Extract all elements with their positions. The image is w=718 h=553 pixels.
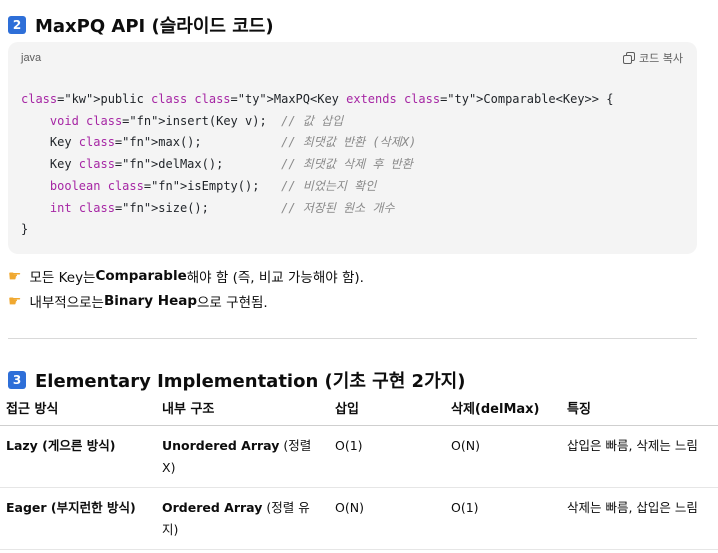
bullet-text-post: 해야 함 (즉, 비교 가능해야 함). <box>186 270 364 286</box>
code-line: Key class="fn">delMax(); // 최댓값 삭제 후 반환 <box>21 157 413 172</box>
structure-cell: Ordered Array (정렬 유지) <box>156 487 329 550</box>
code-line: void class="fn">insert(Key v); // 값 삽입 <box>49 113 344 128</box>
feature-cell: 삽입은 빠름, 삭제는 느림 <box>561 425 718 488</box>
copy-icon <box>623 52 636 64</box>
pointing-hand-icon: ☛ <box>8 267 22 285</box>
section-divider <box>8 338 697 339</box>
code-line: class="kw">public class class="ty">MaxPQ… <box>21 92 614 106</box>
delete-cell: O(1) <box>445 487 561 550</box>
bullet-binary-heap: ☛ 내부적으로는 Binary Heap 으로 구현됨. <box>8 291 268 311</box>
delete-cell: O(N) <box>445 425 561 488</box>
structure-cell: Unordered Array (정렬 X) <box>156 425 329 488</box>
section-2-heading: 2 MaxPQ API (슬라이드 코드) <box>8 12 274 38</box>
copy-code-label: 코드 복사 <box>639 52 683 65</box>
table-row: Eager (부지런한 방식) Ordered Array (정렬 유지) O(… <box>0 487 718 550</box>
code-text: class="kw">public class class="ty">MaxPQ… <box>21 89 613 241</box>
approach-cell: Lazy (게으른 방식) <box>0 425 156 488</box>
structure-name: Unordered Array <box>162 438 280 453</box>
bullet-comparable: ☛ 모든 Key는 Comparable 해야 함 (즉, 비교 가능해야 함)… <box>8 266 364 286</box>
table-header-row: 접근 방식 내부 구조 삽입 삭제(delMax) 특징 <box>0 394 718 426</box>
column-header: 삭제(delMax) <box>445 394 561 426</box>
column-header: 내부 구조 <box>156 394 329 426</box>
bullet-text-bold: Binary Heap <box>103 293 198 309</box>
section-3-heading: 3 Elementary Implementation (기초 구현 2가지) <box>8 367 465 393</box>
code-line: } <box>21 222 29 237</box>
bullet-text-pre: 모든 Key는 <box>29 270 96 286</box>
bullet-text-post: 으로 구현됨. <box>197 295 268 311</box>
number-3-badge-icon: 3 <box>8 371 26 389</box>
structure-name: Ordered Array <box>162 500 263 515</box>
column-header: 삽입 <box>329 394 445 426</box>
insert-cell: O(N) <box>329 487 445 550</box>
table-row: Lazy (게으른 방식) Unordered Array (정렬 X) O(1… <box>0 425 718 488</box>
feature-cell: 삭제는 빠름, 삽입은 느림 <box>561 487 718 550</box>
code-block: java 코드 복사 class="kw">public class class… <box>8 42 697 254</box>
bullet-text-bold: Comparable <box>95 268 187 284</box>
code-line: boolean class="fn">isEmpty(); // 비었는지 확인 <box>49 178 377 193</box>
approach-cell: Eager (부지런한 방식) <box>0 487 156 550</box>
code-language-label: java <box>21 52 42 64</box>
number-2-badge-icon: 2 <box>8 16 26 34</box>
column-header: 접근 방식 <box>0 394 156 426</box>
column-header: 특징 <box>561 394 718 426</box>
implementation-table: 접근 방식 내부 구조 삽입 삭제(delMax) 특징 Lazy (게으른 방… <box>0 394 718 550</box>
code-line: int class="fn">size(); // 저장된 원소 개수 <box>49 200 395 215</box>
code-line: Key class="fn">max(); // 최댓값 반환 (삭제X) <box>21 135 417 150</box>
bullet-text-pre: 내부적으로는 <box>29 295 104 311</box>
insert-cell: O(1) <box>329 425 445 488</box>
copy-code-button[interactable]: 코드 복사 <box>623 50 683 66</box>
section-2-title: MaxPQ API (슬라이드 코드) <box>35 16 274 37</box>
section-3-title: Elementary Implementation (기초 구현 2가지) <box>35 371 466 392</box>
pointing-hand-icon: ☛ <box>8 292 22 310</box>
